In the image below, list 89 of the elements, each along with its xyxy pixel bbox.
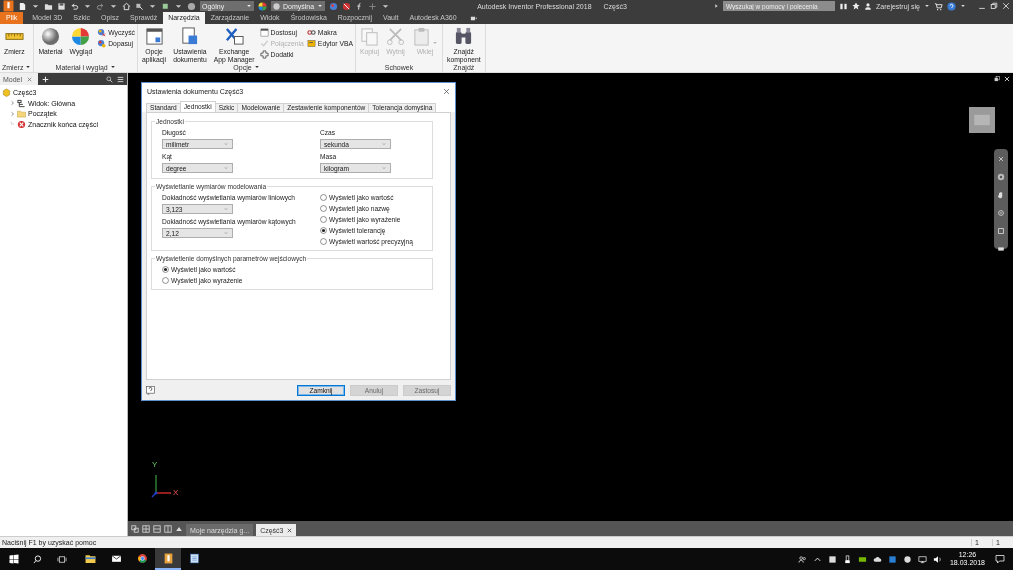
panel-toggle-icon[interactable] [468, 14, 479, 22]
view-cube-icon[interactable] [968, 107, 996, 134]
chevron-down-icon [381, 142, 387, 147]
part-icon [2, 88, 11, 98]
radio-button[interactable] [320, 194, 327, 202]
help-icon[interactable] [146, 385, 155, 395]
clipboard-icon [412, 27, 431, 47]
tray-app-icon[interactable] [827, 554, 837, 564]
axis-label: Y [152, 460, 158, 470]
search-icon[interactable] [106, 75, 113, 83]
window-icon [259, 28, 269, 38]
wheel-icon[interactable] [997, 173, 1005, 182]
plus-outline-icon [259, 50, 269, 60]
close-icon[interactable] [286, 527, 292, 533]
chevron-down-icon [223, 207, 229, 212]
people-icon[interactable] [797, 554, 807, 564]
mail-icon [110, 552, 122, 564]
redo-icon [96, 1, 105, 11]
user-icon [864, 1, 873, 11]
globe-icon [187, 1, 196, 11]
tile-windows-icon[interactable] [142, 525, 150, 534]
browser-icon [136, 552, 148, 564]
palette-icon [97, 39, 107, 49]
view-icon [17, 98, 26, 108]
display-icon[interactable] [917, 554, 927, 564]
new-document-icon [18, 1, 27, 11]
gpu-icon[interactable] [857, 554, 867, 564]
start-icon[interactable] [9, 554, 19, 564]
restore-icon[interactable] [994, 76, 1000, 83]
tile-vertical-icon[interactable] [164, 525, 172, 534]
clear-color-icon [342, 1, 351, 11]
notification-icon[interactable] [995, 554, 1005, 564]
star-icon[interactable] [852, 2, 861, 11]
cross-window-icon [224, 27, 244, 47]
play-icon [714, 3, 720, 10]
copy-icon [360, 27, 379, 47]
chevron-down-icon [223, 142, 229, 147]
task-view-icon[interactable] [57, 554, 67, 564]
orbit-icon[interactable] [997, 209, 1005, 218]
save-icon [57, 1, 66, 11]
zoom-icon[interactable] [997, 227, 1005, 236]
chevron-down-icon [381, 166, 387, 171]
color-wheel-icon [329, 1, 338, 11]
sphere-icon [273, 2, 280, 10]
radio-button[interactable] [320, 227, 327, 235]
tile-horizontal-icon[interactable] [153, 525, 161, 534]
radio-button[interactable] [162, 266, 169, 274]
check-icon [259, 39, 269, 49]
app-logo-icon [3, 0, 14, 13]
pan-hand-icon[interactable] [997, 191, 1005, 200]
scissors-icon [386, 27, 405, 47]
radio-button[interactable] [320, 205, 327, 213]
radio-button[interactable] [162, 277, 169, 285]
help-icon[interactable] [947, 1, 956, 11]
undo-icon [70, 1, 79, 11]
home-icon [122, 1, 131, 11]
color-wheel-icon [71, 27, 91, 47]
taskbar-app[interactable] [155, 548, 181, 570]
radio-button[interactable] [320, 216, 327, 224]
cloud-icon[interactable] [872, 554, 882, 564]
cart-icon[interactable] [934, 1, 943, 11]
select-icon [135, 1, 144, 11]
menu-icon[interactable] [117, 75, 124, 83]
folder-icon [84, 552, 96, 564]
restore-icon[interactable] [990, 2, 998, 11]
color-wheel-icon [258, 1, 267, 11]
plus-icon[interactable] [42, 75, 49, 83]
cube-icon [161, 1, 170, 11]
notepad-icon [188, 552, 200, 564]
link-icon [306, 28, 316, 38]
folder-icon [17, 109, 26, 119]
folder-icon [44, 1, 53, 11]
chevron-down-icon [223, 166, 229, 171]
end-marker-icon [17, 119, 26, 129]
app-logo-icon [162, 552, 174, 564]
cascade-windows-icon[interactable] [131, 525, 139, 534]
plus-icon [368, 1, 377, 11]
search-icon[interactable] [33, 554, 42, 564]
usb-icon[interactable] [842, 554, 852, 564]
radio-button[interactable] [320, 238, 327, 246]
axis-label: X [173, 488, 179, 498]
speaker-icon[interactable] [932, 554, 942, 564]
palette-icon [97, 28, 107, 38]
document-icon [180, 27, 200, 47]
editor-icon [306, 39, 316, 49]
sphere-icon [41, 27, 60, 47]
window-icon [144, 27, 164, 47]
chevron-down-icon [223, 231, 229, 236]
up-arrow-icon[interactable] [175, 525, 183, 534]
